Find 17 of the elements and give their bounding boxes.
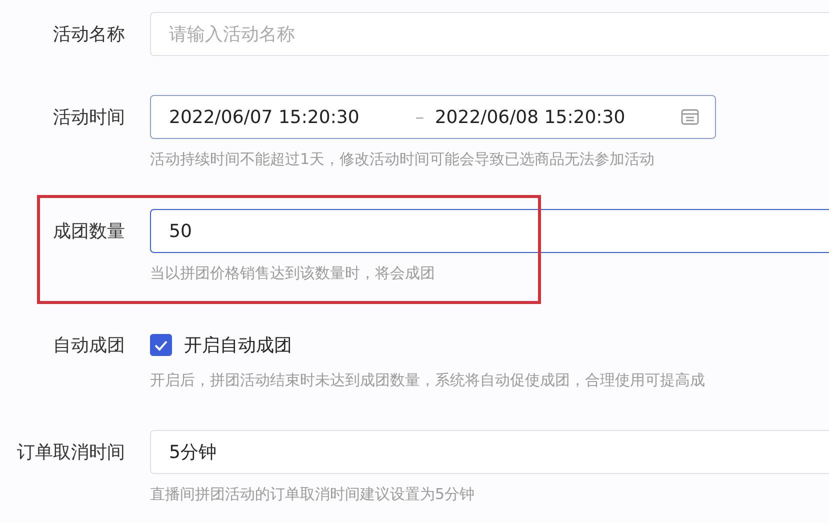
field-label: 订单取消时间	[16, 441, 125, 464]
checkmark-icon	[154, 340, 168, 350]
checkbox[interactable]	[150, 334, 172, 356]
help-text: 直播间拼团活动的订单取消时间建议设置为5分钟	[150, 484, 476, 505]
field-label: 活动名称	[52, 23, 125, 46]
calendar-icon[interactable]	[681, 109, 699, 125]
help-text: 活动持续时间不能超过1天，修改活动时间可能会导致已选商品无法参加活动	[150, 149, 656, 170]
help-text: 开启后，拼团活动结束时未达到成团数量，系统将自动促使成团，合理使用可提高成	[150, 370, 706, 391]
date-range-field[interactable]: 2022/06/07 15:20:30 – 2022/06/08 15:20:30	[150, 95, 716, 139]
checkbox-label[interactable]: 开启自动成团	[184, 333, 292, 357]
field-label: 自动成团	[52, 334, 125, 357]
field-label: 活动时间	[52, 106, 125, 129]
input-field[interactable]: 5分钟	[150, 430, 829, 474]
help-text: 当以拼团价格销售达到该数量时，将会成团	[150, 263, 436, 284]
field-label: 成团数量	[52, 220, 125, 243]
input-field[interactable]: 请输入活动名称	[150, 12, 829, 56]
input-field[interactable]: 50	[150, 209, 829, 253]
